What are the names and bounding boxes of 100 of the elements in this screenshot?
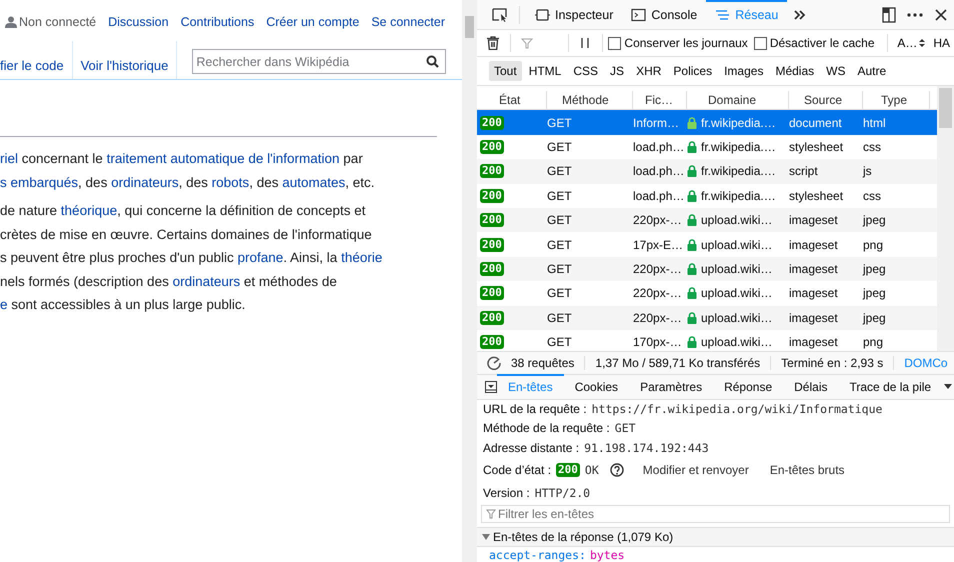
console-icon <box>631 8 646 22</box>
trash-icon <box>487 36 500 50</box>
detail-tab[interactable]: Cookies <box>564 374 630 399</box>
filter-tab[interactable]: HTML <box>524 61 566 82</box>
filter-tab[interactable]: CSS <box>568 61 604 82</box>
column-header[interactable]: Source <box>789 90 863 109</box>
article-link[interactable]: ordinateurs <box>172 274 240 288</box>
request-row[interactable]: 200 GET load.ph… fr.wikipedia.… stylesheet css <box>477 134 937 160</box>
lock-icon <box>687 287 697 300</box>
source-text: imageset <box>789 310 838 325</box>
request-row[interactable]: 200 GET 17px-E… upload.wiki… imageset png <box>477 232 937 257</box>
table-scrollbar[interactable] <box>937 86 954 352</box>
source-text: imageset <box>789 286 838 300</box>
filter-tab[interactable]: XHR <box>631 61 666 82</box>
lock-icon <box>687 141 697 153</box>
funnel-icon <box>521 38 534 48</box>
file-name: Inform… <box>633 116 680 130</box>
filter-field[interactable]: Filtrer les en-têtes <box>481 504 950 523</box>
action-button[interactable]: Modifier et renvoyer <box>634 463 757 478</box>
column-header[interactable]: Fic… <box>633 90 687 109</box>
domain-text: upload.wiki… <box>701 262 772 276</box>
request-row[interactable]: 200 GET 220px-… upload.wiki… imageset jpeg <box>477 281 937 306</box>
article-link[interactable]: riel <box>0 151 18 166</box>
request-row[interactable]: 200 GET 220px-… upload.wiki… imageset jpeg <box>477 256 937 282</box>
dock-icon <box>881 6 897 22</box>
field-label: Code d’état : <box>483 463 552 478</box>
request-row[interactable]: 200 GET 220px-… upload.wiki… imageset jpeg <box>477 306 937 330</box>
detail-tab[interactable]: Délais <box>783 374 838 399</box>
domain-text: upload.wiki… <box>701 286 772 300</box>
field-label: URL de la requête : <box>483 402 587 416</box>
devtools-tab[interactable]: Console <box>622 0 706 30</box>
account-link[interactable]: Contributions <box>180 14 254 28</box>
detail-tab[interactable]: Paramètres <box>629 374 714 399</box>
detail-tab[interactable]: Trace de la pile <box>838 374 942 399</box>
user-status: Non connecté <box>18 14 96 28</box>
method-text: GET <box>547 335 572 350</box>
article-link[interactable]: profane <box>237 250 284 265</box>
user-icon <box>4 16 17 28</box>
column-header[interactable]: État <box>477 90 547 109</box>
filter-tab[interactable]: WS <box>821 61 850 82</box>
scrollbar[interactable] <box>462 0 477 562</box>
request-row[interactable]: 200 GET 170px-… upload.wiki… imageset png <box>477 330 937 352</box>
type-text: css <box>863 188 881 203</box>
filter-tab[interactable]: JS <box>605 61 630 82</box>
article-link[interactable]: théorie <box>341 250 382 265</box>
article-link[interactable]: traitement automatique de l'information <box>106 151 340 166</box>
request-row[interactable]: 200 GET 220px-… upload.wiki… imageset jpeg <box>477 208 937 232</box>
article-link[interactable]: théorique <box>60 203 118 218</box>
file-name: 220px-… <box>633 213 682 228</box>
field-value: OK <box>584 463 599 478</box>
throttle-dropdown[interactable]: A… <box>893 36 930 50</box>
paragraph-text: riel concernant le traitement automatique de l'information par s embarqués, des ordinateurs, des robots, des automates, etc. <box>0 150 376 192</box>
devtools-tab[interactable]: Inspecteur <box>526 0 622 30</box>
domain-text: upload.wiki… <box>701 213 772 228</box>
status-badge: 200 <box>480 286 504 300</box>
request-row[interactable]: 200 GET Inform… fr.wikipedia.… document html <box>477 110 937 135</box>
page-tab[interactable]: Voir l'historique <box>72 41 178 79</box>
action-button[interactable]: En-têtes bruts <box>762 463 853 478</box>
status-badge: 200 <box>480 335 504 350</box>
lock-icon <box>687 116 697 129</box>
type-text: html <box>863 116 886 130</box>
summary-text: Terminé en : 2,93 s <box>771 356 894 370</box>
type-text: jpeg <box>863 310 886 325</box>
type-text: jpeg <box>863 286 886 300</box>
request-row[interactable]: 200 GET load.ph… fr.wikipedia.… stylesheet css <box>477 184 937 208</box>
article-link[interactable]: e <box>0 297 8 312</box>
account-link[interactable]: Créer un compte <box>266 14 360 28</box>
article-link[interactable]: s embarqués <box>0 174 78 190</box>
detail-tab[interactable]: Réponse <box>713 374 784 399</box>
filter-tab[interactable]: Images <box>719 61 768 82</box>
file-name: load.ph… <box>633 188 684 203</box>
filter-tab[interactable]: Médias <box>770 61 820 82</box>
type-text: jpeg <box>863 213 886 228</box>
account-link[interactable]: Se connecter <box>371 14 445 28</box>
close-icon <box>935 8 947 20</box>
column-header[interactable]: Domaine <box>687 90 789 109</box>
article-link[interactable]: robots <box>212 174 250 190</box>
header-value: bytes <box>590 548 625 562</box>
option-checkbox[interactable]: Désactiver le cache <box>754 36 875 50</box>
option-checkbox[interactable]: Conserver les journaux <box>608 36 748 50</box>
lock-icon <box>687 214 697 226</box>
filter-tab[interactable]: Tout <box>489 61 522 82</box>
article-link[interactable]: automates <box>282 174 346 190</box>
page-tab[interactable]: fier le code <box>0 41 73 79</box>
pause-icon <box>581 37 590 49</box>
column-header[interactable]: Type <box>863 90 930 109</box>
field-value: 91.198.174.192:443 <box>584 440 709 455</box>
domain-text: upload.wiki… <box>701 238 772 252</box>
filter-tab[interactable]: Polices <box>668 61 718 82</box>
filter-tab[interactable]: Autre <box>852 61 892 82</box>
article-link[interactable]: ordinateurs <box>111 174 179 190</box>
funnel-icon <box>486 508 496 519</box>
status-badge: 200 <box>480 116 504 130</box>
search-field[interactable]: Rechercher dans Wikipédia <box>192 49 446 74</box>
lock-icon <box>687 336 697 348</box>
field-label: Version : <box>483 486 530 500</box>
type-text: jpeg <box>863 262 886 276</box>
request-row[interactable]: 200 GET load.ph… fr.wikipedia.… script js <box>477 159 937 184</box>
account-link[interactable]: Discussion <box>108 14 169 28</box>
column-header[interactable]: Méthode <box>547 90 633 109</box>
